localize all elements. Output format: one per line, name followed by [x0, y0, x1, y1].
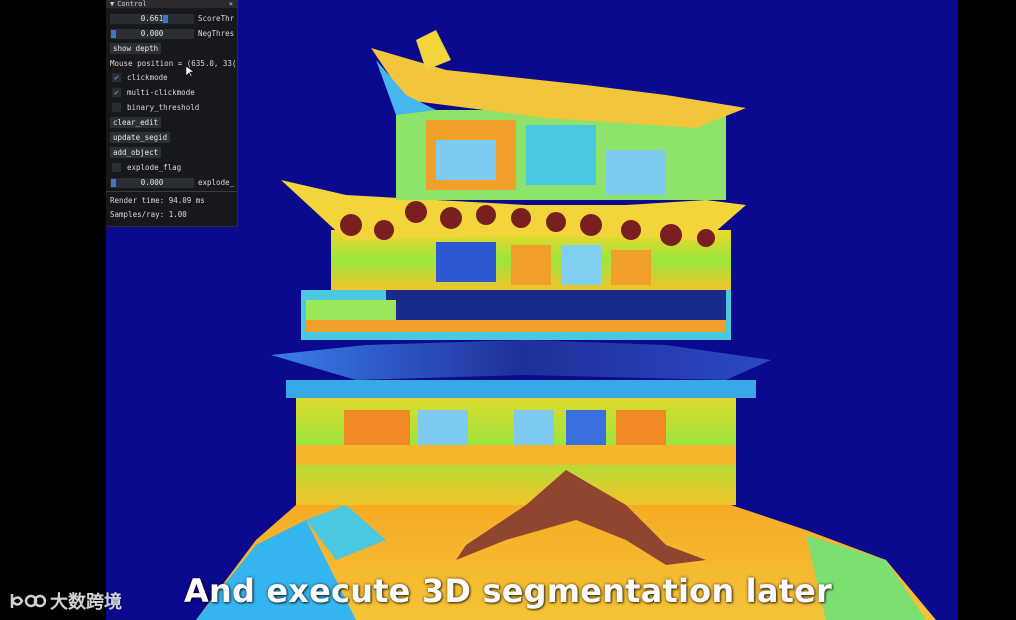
show-depth-button[interactable]: show depth [110, 43, 162, 54]
add-object-button[interactable]: add_object [110, 147, 162, 158]
neg-threshold-slider[interactable]: 0.000 [110, 28, 194, 39]
mouse-cursor-icon [186, 66, 195, 78]
multi-clickmode-checkbox[interactable]: ✔ [112, 88, 121, 97]
multi-clickmode-label: multi-clickmode [127, 88, 195, 97]
panel-title: Control [117, 0, 147, 8]
watermark: 大数跨境 [8, 588, 122, 614]
explode-flag-label: explode_flag [127, 163, 182, 172]
samples-per-ray-readout: Samples/ray: 1.00 [110, 210, 187, 219]
score-threshold-label: ScoreThr [198, 14, 235, 23]
close-icon[interactable]: × [229, 0, 233, 8]
render-time-readout: Render time: 94.09 ms [110, 196, 205, 205]
mouse-position-readout: Mouse position = (635.0, 33( [110, 59, 237, 68]
clear-edit-button[interactable]: clear_edit [110, 117, 162, 128]
explode-slider-grab[interactable] [111, 178, 116, 187]
score-threshold-slider-grab[interactable] [162, 14, 168, 23]
clickmode-label: clickmode [127, 73, 168, 82]
neg-threshold-value: 0.000 [140, 29, 164, 38]
collapse-triangle-icon[interactable]: ▼ [110, 0, 114, 8]
watermark-logo-icon [10, 594, 46, 608]
control-panel[interactable]: ▼ Control × 0.661 ScoreThr 0.000 NegThres… [106, 0, 238, 227]
score-threshold-value: 0.661 [140, 14, 164, 23]
update-segid-button[interactable]: update_segid [110, 132, 171, 143]
explode-label: explode_ [198, 178, 235, 187]
neg-threshold-label: NegThres [198, 29, 235, 38]
video-caption: And execute 3D segmentation later [184, 572, 832, 610]
watermark-text: 大数跨境 [50, 592, 122, 613]
explode-slider[interactable]: 0.000 [110, 177, 194, 188]
panel-divider [106, 191, 237, 192]
neg-threshold-slider-grab[interactable] [111, 29, 116, 38]
clickmode-check-icon: ✔ [114, 73, 119, 82]
binary-threshold-label: binary_threshold [127, 103, 200, 112]
score-threshold-slider[interactable]: 0.661 [110, 13, 194, 24]
explode-flag-checkbox[interactable] [112, 163, 121, 172]
multi-clickmode-check-icon: ✔ [114, 88, 119, 97]
binary-threshold-checkbox[interactable] [112, 103, 121, 112]
control-panel-titlebar[interactable]: ▼ Control × [106, 0, 237, 8]
clickmode-checkbox[interactable]: ✔ [112, 73, 121, 82]
explode-value: 0.000 [140, 178, 164, 187]
